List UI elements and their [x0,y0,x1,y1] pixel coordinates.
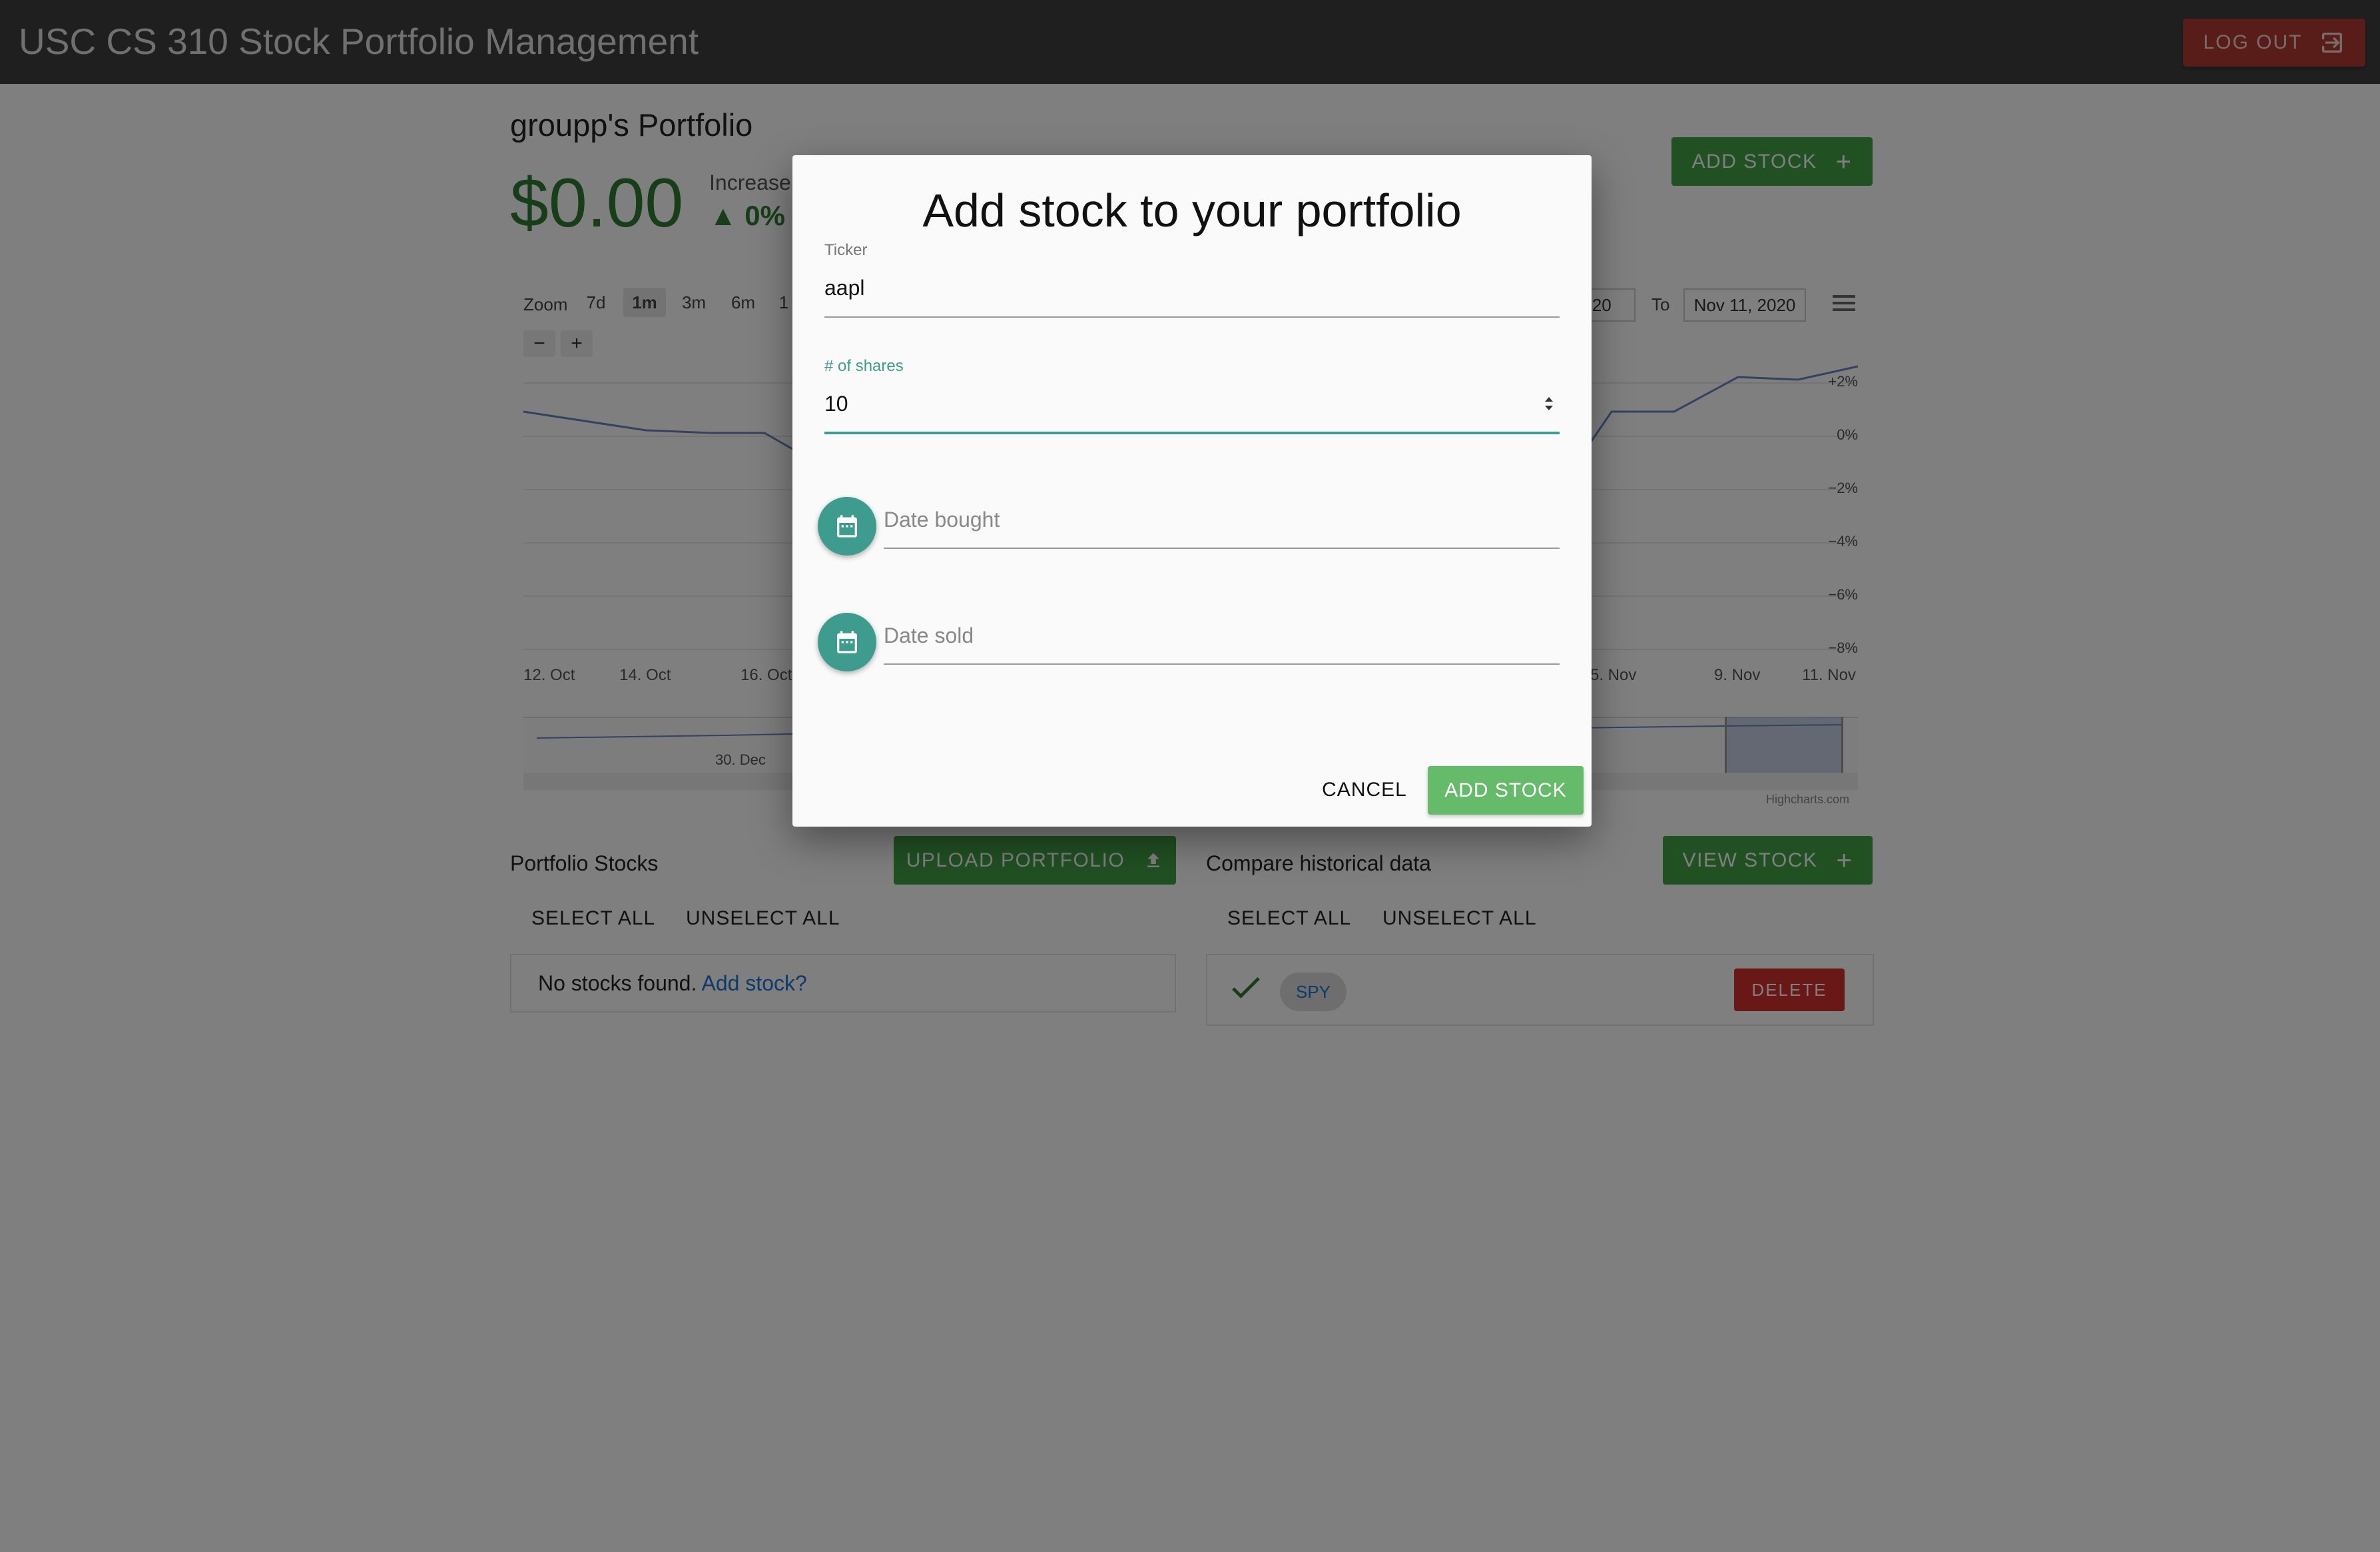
cancel-button[interactable]: CANCEL [1312,766,1417,814]
date-bought-calendar-button[interactable] [818,497,876,556]
dialog-title: Add stock to your portfolio [922,185,1462,236]
ticker-label: Ticker [824,241,868,259]
ticker-underline [824,316,1560,318]
dialog-add-stock-button[interactable]: ADD STOCK [1428,766,1584,815]
date-bought-underline [884,548,1560,549]
shares-underline [824,432,1560,434]
date-bought-input[interactable]: Date bought [884,508,1000,532]
add-stock-dialog [792,155,1592,827]
shares-input[interactable]: 10 [824,392,848,416]
ticker-input[interactable]: aapl [824,276,865,300]
date-sold-underline [884,663,1560,665]
date-sold-input[interactable]: Date sold [884,623,974,648]
shares-label: # of shares [824,357,904,375]
calendar-icon [837,515,857,538]
calendar-icon [837,631,857,653]
date-sold-calendar-button[interactable] [818,613,876,671]
spinner-icon[interactable] [1542,393,1556,418]
